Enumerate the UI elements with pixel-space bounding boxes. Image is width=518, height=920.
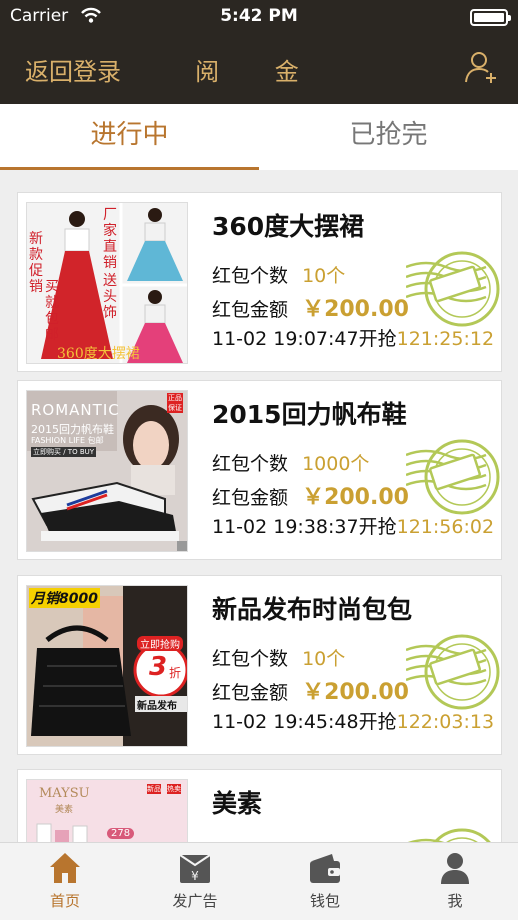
start-suffix: 开抢 [358, 328, 397, 350]
thumb-badge-factory: 厂家直销 [103, 207, 117, 271]
amount-label: 红包金额 [212, 682, 289, 704]
product-thumbnail-shoes: ROMANTIC 2015回力帆布鞋 FASHION LIFE 包邮 立即购买 … [26, 390, 188, 552]
preheat-stamp-icon [406, 620, 502, 716]
product-thumbnail-maysu: MAYSU 美素 新品 热卖 278 [26, 779, 188, 842]
amount-value: ￥200.00 [302, 297, 409, 322]
wallet-icon [310, 854, 340, 883]
thumb-buy-button: 立即购买 / TO BUY [31, 447, 97, 457]
product-name: 360度大摆裙 [212, 212, 365, 241]
thumb-sale-unit: 折 [169, 666, 182, 680]
tabbar-post-ad[interactable]: ¥ 发广告 [130, 843, 260, 920]
amount-label: 红包金额 [212, 487, 289, 509]
tabbar-wallet[interactable]: 钱包 [260, 843, 390, 920]
thumb-promo-a: 新款促销 [29, 231, 43, 295]
thumb-brand: MAYSU [39, 786, 90, 801]
tabbar-post-ad-label: 发广告 [172, 892, 218, 910]
preheat-stamp-icon [406, 814, 502, 842]
red-packet-count-row: 红包个数 1000个 [212, 449, 369, 476]
red-packet-count-row: 红包个数 10个 [212, 261, 345, 288]
start-suffix: 开抢 [358, 516, 397, 538]
ad-icon: ¥ [179, 854, 211, 883]
thumb-tag-a: 新品 [147, 784, 161, 794]
tab-in-progress-label: 进行中 [90, 120, 169, 150]
amount-value: ￥200.00 [302, 485, 409, 510]
person-icon [441, 853, 469, 884]
start-time: 11-02 19:38:37 [212, 516, 359, 538]
thumb-corner-badge: 正品保证 [167, 393, 183, 413]
status-tabs: 进行中 已抢完 [0, 104, 518, 170]
svg-text:¥: ¥ [191, 869, 199, 883]
tabbar-home[interactable]: 首页 [0, 843, 130, 920]
start-time: 11-02 19:45:48 [212, 711, 359, 733]
battery-icon [470, 9, 511, 26]
page-title: 阅 金 [195, 58, 323, 86]
bottom-tab-bar: 首页 ¥ 发广告 钱包 我 [0, 842, 518, 920]
red-packet-amount-row: 红包金额 ￥200.00 [212, 291, 409, 323]
thumb-new-label: 新品发布 [137, 701, 177, 712]
thumb-sale-num: 3 [149, 652, 168, 682]
tabbar-me-label: 我 [447, 892, 463, 910]
thumb-gift: 送头饰 [103, 273, 117, 321]
product-card-shoes[interactable]: ROMANTIC 2015回力帆布鞋 FASHION LIFE 包邮 立即购买 … [17, 380, 502, 560]
thumb-brand-cn: 美素 [55, 805, 74, 815]
count-label: 红包个数 [212, 265, 289, 287]
product-list: 厂家直销 新款促销 买就包邮 送头饰 360度大摆裙 360度大摆裙 红包个数 … [0, 170, 518, 842]
preheat-stamp-icon [406, 425, 502, 521]
product-card-maysu[interactable]: MAYSU 美素 新品 热卖 278 美素 [17, 769, 502, 842]
thumb-sale-top: 立即抢购 [137, 636, 183, 651]
count-label: 红包个数 [212, 648, 289, 670]
tab-in-progress[interactable]: 进行中 [0, 104, 259, 170]
status-bar: Carrier 5:42 PM [0, 0, 518, 34]
amount-label: 红包金额 [212, 299, 289, 321]
tabbar-home-label: 首页 [49, 892, 80, 910]
thumb-title: ROMANTIC [31, 401, 120, 419]
preheat-stamp-icon [406, 237, 502, 333]
product-name: 美素 [212, 789, 263, 818]
count-value: 10个 [302, 648, 346, 670]
thumb-promo-b: 买就包邮 [45, 279, 59, 343]
product-thumbnail-bag: 月销8000 立即抢购 3 折 新品发布 [26, 585, 188, 747]
thumb-price: 278 [107, 828, 135, 839]
tab-sold-out-label: 已抢完 [349, 120, 428, 150]
count-value: 1000个 [302, 453, 370, 475]
tabbar-wallet-label: 钱包 [309, 892, 340, 910]
tab-sold-out[interactable]: 已抢完 [259, 104, 518, 170]
clock: 5:42 PM [220, 6, 298, 26]
thumb-tag-b: 热卖 [167, 784, 181, 794]
add-user-icon[interactable] [464, 49, 500, 85]
nav-bar: 返回登录 阅 金 [0, 34, 518, 104]
amount-value: ￥200.00 [302, 680, 409, 705]
product-card-bag[interactable]: 月销8000 立即抢购 3 折 新品发布 新品发布时尚包包 红包个数 10个 红… [17, 575, 502, 755]
product-name: 2015回力帆布鞋 [212, 400, 407, 429]
product-name: 新品发布时尚包包 [212, 595, 413, 624]
red-packet-amount-row: 红包金额 ￥200.00 [212, 479, 409, 511]
start-suffix: 开抢 [358, 711, 397, 733]
red-packet-amount-row: 红包金额 ￥200.00 [212, 674, 409, 706]
tabbar-me[interactable]: 我 [390, 843, 518, 920]
home-icon [50, 853, 80, 883]
product-card-skirt[interactable]: 厂家直销 新款促销 买就包邮 送头饰 360度大摆裙 360度大摆裙 红包个数 … [17, 192, 502, 372]
red-packet-count-row: 红包个数 10个 [212, 644, 345, 671]
start-time: 11-02 19:07:47 [212, 328, 359, 350]
thumb-caption: 360度大摆裙 [57, 346, 140, 362]
count-label: 红包个数 [212, 453, 289, 475]
count-value: 10个 [302, 265, 346, 287]
thumb-tag: FASHION LIFE 包邮 [31, 436, 104, 445]
product-thumbnail-skirt: 厂家直销 新款促销 买就包邮 送头饰 360度大摆裙 [26, 202, 188, 364]
thumb-sales-badge: 月销8000 [29, 588, 100, 608]
